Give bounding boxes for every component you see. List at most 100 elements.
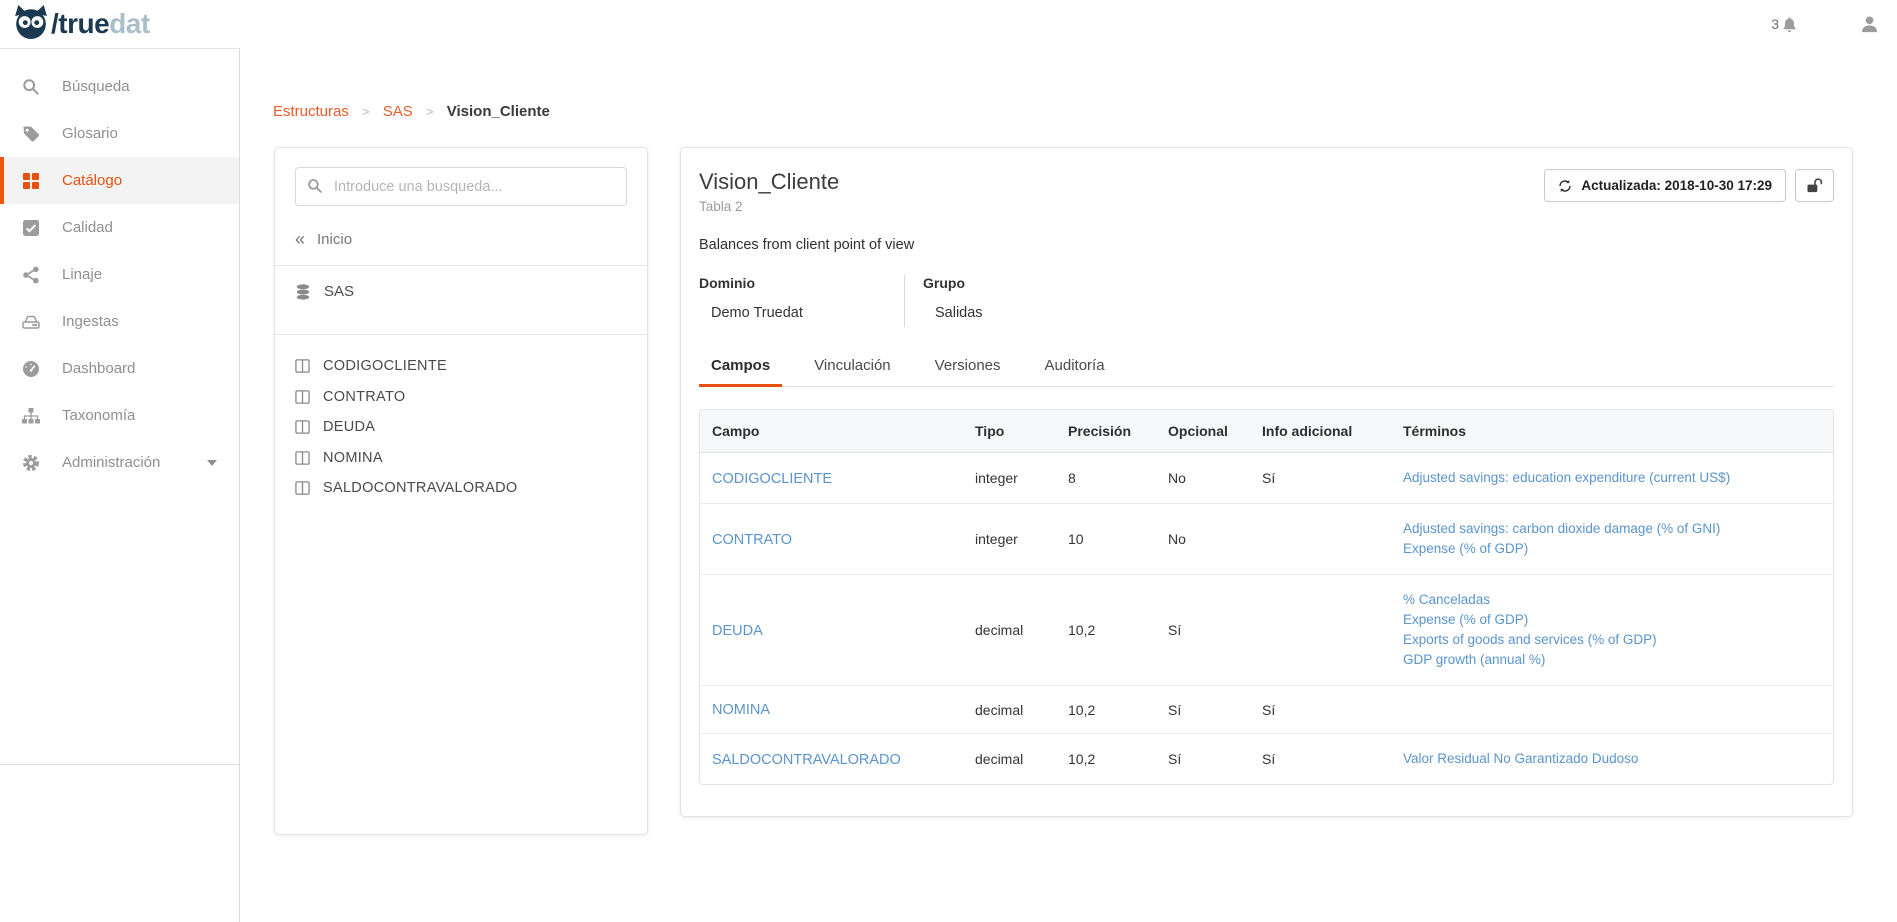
table-icon bbox=[295, 359, 310, 373]
notification-count: 3 bbox=[1771, 16, 1779, 32]
sidebar-item-label: Administración bbox=[62, 454, 160, 471]
sidebar-item-catalogo[interactable]: Catálogo bbox=[0, 157, 239, 204]
table-row: SALDOCONTRAVALORADO decimal 10,2 Sí Sí V… bbox=[700, 734, 1833, 785]
field-precision: 10,2 bbox=[1056, 734, 1156, 785]
fields-table-header: Campo Tipo Precisión Opcional Info adici… bbox=[700, 410, 1833, 453]
term-link[interactable]: Expense (% of GDP) bbox=[1403, 539, 1821, 559]
explorer-table-codigocliente[interactable]: CODIGOCLIENTE bbox=[295, 351, 627, 382]
column-header-precision: Precisión bbox=[1056, 410, 1156, 453]
sidebar: Búsqueda Glosario Catálogo Calidad bbox=[0, 48, 240, 922]
breadcrumb-current: Vision_Cliente bbox=[447, 103, 550, 120]
explorer-table-contrato[interactable]: CONTRATO bbox=[295, 382, 627, 413]
table-row: CONTRATO integer 10 No Adjusted savings:… bbox=[700, 504, 1833, 575]
structure-explorer-panel: « Inicio SAS CODIGOCLIENTE bbox=[274, 147, 648, 835]
field-link-codigocliente[interactable]: CODIGOCLIENTE bbox=[712, 471, 832, 487]
system-label: SAS bbox=[324, 283, 354, 300]
sidebar-item-ingestas[interactable]: Ingestas bbox=[0, 298, 239, 345]
breadcrumb-separator-icon: > bbox=[353, 104, 379, 119]
field-info-adicional bbox=[1250, 575, 1391, 686]
term-link[interactable]: % Canceladas bbox=[1403, 590, 1821, 610]
chevron-down-icon bbox=[207, 460, 217, 466]
sidebar-item-dashboard[interactable]: Dashboard bbox=[0, 345, 239, 392]
user-icon bbox=[1860, 15, 1879, 34]
term-link[interactable]: Valor Residual No Garantizado Dudoso bbox=[1403, 749, 1821, 769]
field-tipo: integer bbox=[963, 453, 1056, 504]
field-link-contrato[interactable]: CONTRATO bbox=[712, 532, 792, 548]
sidebar-item-busqueda[interactable]: Búsqueda bbox=[0, 63, 239, 110]
breadcrumb-link-estructuras[interactable]: Estructuras bbox=[273, 103, 349, 120]
tab-vinculacion[interactable]: Vinculación bbox=[802, 357, 902, 386]
field-terminos: Valor Residual No Garantizado Dudoso bbox=[1391, 734, 1833, 785]
field-link-deuda[interactable]: DEUDA bbox=[712, 623, 763, 639]
sidebar-bottom-divider bbox=[0, 764, 239, 765]
sidebar-item-label: Linaje bbox=[62, 266, 102, 283]
explorer-table-nomina[interactable]: NOMINA bbox=[295, 443, 627, 474]
sitemap-icon bbox=[21, 406, 41, 426]
field-info-adicional: Sí bbox=[1250, 453, 1391, 504]
sidebar-item-glosario[interactable]: Glosario bbox=[0, 110, 239, 157]
sidebar-item-label: Glosario bbox=[62, 125, 118, 142]
column-header-opcional: Opcional bbox=[1156, 410, 1250, 453]
updated-button[interactable]: Actualizada: 2018-10-30 17:29 bbox=[1544, 169, 1786, 202]
explorer-table-deuda[interactable]: DEUDA bbox=[295, 412, 627, 443]
field-precision: 10 bbox=[1056, 504, 1156, 575]
sidebar-item-label: Taxonomía bbox=[62, 407, 135, 424]
tab-auditoria[interactable]: Auditoría bbox=[1033, 357, 1117, 386]
table-icon bbox=[295, 451, 310, 465]
sidebar-item-label: Catálogo bbox=[62, 172, 122, 189]
database-icon bbox=[295, 284, 311, 300]
detail-tabs: Campos Vinculación Versiones Auditoría bbox=[699, 357, 1834, 387]
field-terminos bbox=[1391, 686, 1833, 734]
field-link-nomina[interactable]: NOMINA bbox=[712, 702, 770, 718]
top-header: /truedat 3 bbox=[0, 0, 1897, 48]
table-row: DEUDA decimal 10,2 Sí % Canceladas Expen… bbox=[700, 575, 1833, 686]
user-menu-button[interactable] bbox=[1860, 15, 1879, 34]
tab-campos[interactable]: Campos bbox=[699, 357, 782, 387]
explorer-back-home[interactable]: « Inicio bbox=[295, 230, 627, 248]
sidebar-item-label: Ingestas bbox=[62, 313, 119, 330]
field-tipo: decimal bbox=[963, 734, 1056, 785]
column-header-info-adicional: Info adicional bbox=[1250, 410, 1391, 453]
table-row: NOMINA decimal 10,2 Sí Sí bbox=[700, 686, 1833, 734]
refresh-icon bbox=[1558, 179, 1572, 193]
gauge-icon bbox=[21, 359, 41, 379]
field-terminos: Adjusted savings: carbon dioxide damage … bbox=[1391, 504, 1833, 575]
column-header-tipo: Tipo bbox=[963, 410, 1056, 453]
column-header-terminos: Términos bbox=[1391, 410, 1833, 453]
term-link[interactable]: Adjusted savings: education expenditure … bbox=[1403, 468, 1821, 488]
lock-button[interactable] bbox=[1795, 169, 1834, 202]
field-info-adicional bbox=[1250, 504, 1391, 575]
tab-versiones[interactable]: Versiones bbox=[923, 357, 1013, 386]
field-opcional: Sí bbox=[1156, 686, 1250, 734]
search-icon bbox=[21, 77, 41, 97]
tag-icon bbox=[21, 124, 41, 144]
structure-search-input[interactable] bbox=[295, 167, 627, 206]
explorer-back-label: Inicio bbox=[317, 231, 352, 248]
term-link[interactable]: GDP growth (annual %) bbox=[1403, 650, 1821, 670]
domain-value: Demo Truedat bbox=[711, 305, 904, 321]
term-link[interactable]: Exports of goods and services (% of GDP) bbox=[1403, 630, 1821, 650]
notifications-button[interactable]: 3 bbox=[1771, 16, 1798, 33]
sidebar-item-calidad[interactable]: Calidad bbox=[0, 204, 239, 251]
breadcrumb-link-sas[interactable]: SAS bbox=[383, 103, 413, 120]
sidebar-item-administracion[interactable]: Administración bbox=[0, 439, 239, 486]
field-link-saldocontravalorado[interactable]: SALDOCONTRAVALORADO bbox=[712, 752, 901, 768]
sidebar-item-linaje[interactable]: Linaje bbox=[0, 251, 239, 298]
table-icon bbox=[295, 420, 310, 434]
table-icon bbox=[295, 390, 310, 404]
group-value: Salidas bbox=[935, 305, 983, 321]
explorer-system-sas[interactable]: SAS bbox=[275, 266, 647, 317]
explorer-table-saldocontravalorado[interactable]: SALDOCONTRAVALORADO bbox=[295, 473, 627, 504]
fields-table: Campo Tipo Precisión Opcional Info adici… bbox=[699, 409, 1834, 785]
sidebar-item-taxonomia[interactable]: Taxonomía bbox=[0, 392, 239, 439]
field-opcional: No bbox=[1156, 453, 1250, 504]
brand-logo[interactable]: /truedat bbox=[13, 4, 150, 45]
bell-icon bbox=[1781, 16, 1798, 33]
table-row: CODIGOCLIENTE integer 8 No Sí Adjusted s… bbox=[700, 453, 1833, 504]
updated-label: Actualizada: 2018-10-30 17:29 bbox=[1581, 178, 1772, 193]
term-link[interactable]: Expense (% of GDP) bbox=[1403, 610, 1821, 630]
column-header-campo: Campo bbox=[700, 410, 963, 453]
drive-icon bbox=[21, 312, 41, 332]
term-link[interactable]: Adjusted savings: carbon dioxide damage … bbox=[1403, 519, 1821, 539]
field-opcional: Sí bbox=[1156, 575, 1250, 686]
